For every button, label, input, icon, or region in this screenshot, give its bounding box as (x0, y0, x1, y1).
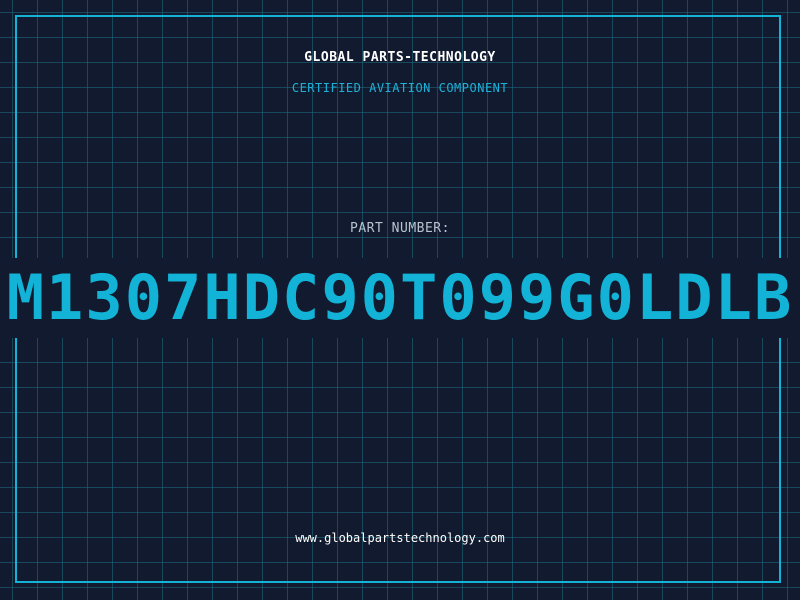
company-name: GLOBAL PARTS-TECHNOLOGY (304, 50, 496, 65)
part-number-band: M1307HDC90T099G0LDLB (0, 258, 800, 338)
part-number-label: PART NUMBER: (350, 221, 450, 236)
tagline: CERTIFIED AVIATION COMPONENT (291, 81, 509, 95)
part-number-value: M1307HDC90T099G0LDLB (6, 261, 794, 334)
website-url: www.globalpartstechnology.com (295, 531, 505, 545)
